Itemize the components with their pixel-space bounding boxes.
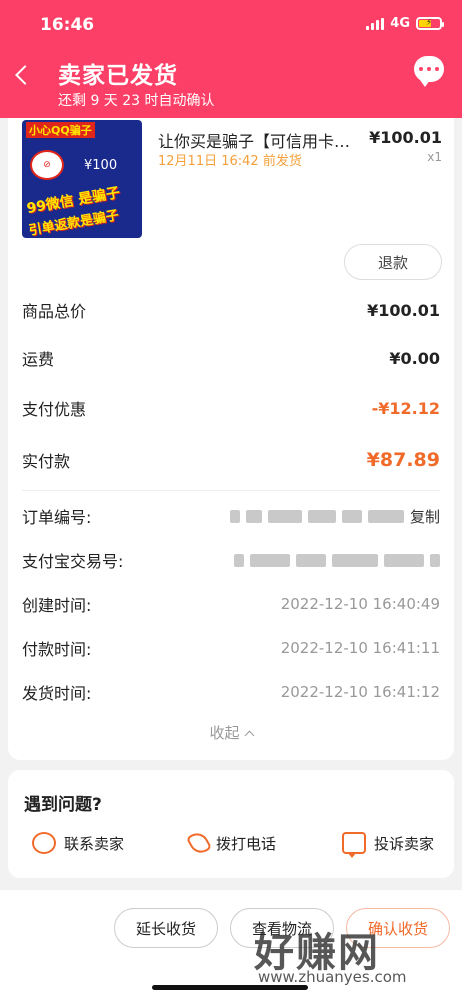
product-quantity: x1: [427, 150, 442, 164]
summary-row-shipping: 运费 ¥0.00: [22, 348, 440, 370]
copy-button[interactable]: 复制: [410, 506, 440, 527]
watermark-url: www.zhuanyes.com: [258, 968, 407, 986]
auto-confirm-countdown: 还剩 9 天 23 时自动确认: [58, 93, 215, 109]
product-title[interactable]: 让你买是骗子【可信用卡…: [158, 128, 373, 152]
contact-seller-button[interactable]: 联系卖家: [32, 832, 124, 854]
signal-icon: [366, 17, 385, 30]
call-phone-button[interactable]: 拨打电话: [185, 828, 276, 858]
back-icon[interactable]: [15, 65, 35, 85]
ship-deadline: 12月11日 16:42 前发货: [158, 154, 302, 169]
status-time: 16:46: [40, 15, 95, 35]
product-thumbnail[interactable]: 小心QQ骗子 ⊘ ¥100 99微信 是骗子 引单返款是骗子: [22, 120, 142, 238]
chevron-up-icon: [244, 730, 254, 741]
summary-row-paid: 实付款 ¥87.89: [22, 449, 440, 471]
summary-row-total: 商品总价 ¥100.01: [22, 300, 440, 322]
shipped-time-row: 发货时间: 2022-12-10 16:41:12: [22, 683, 440, 703]
problem-title: 遇到问题?: [24, 795, 102, 815]
order-number-row: 订单编号: 复制: [22, 506, 440, 528]
paid-time-row: 付款时间: 2022-12-10 16:41:11: [22, 639, 440, 659]
message-icon[interactable]: [414, 56, 444, 87]
created-time-row: 创建时间: 2022-12-10 16:40:49: [22, 595, 440, 615]
extend-receipt-button[interactable]: 延长收货: [114, 908, 218, 948]
refund-button[interactable]: 退款: [344, 244, 442, 280]
network-type: 4G: [390, 16, 410, 31]
status-icons: 4G ⚡: [366, 16, 444, 31]
phone-icon: [185, 828, 213, 858]
collapse-button[interactable]: 收起: [8, 722, 454, 743]
problem-actions: 联系卖家 拨打电话 投诉卖家: [32, 828, 434, 858]
summary-row-discount: 支付优惠 -¥12.12: [22, 398, 440, 420]
complain-seller-button[interactable]: 投诉卖家: [341, 832, 434, 858]
battery-icon: ⚡: [416, 17, 444, 30]
page-title: 卖家已发货: [58, 63, 178, 89]
smile-icon: [32, 832, 56, 854]
alipay-number-row: 支付宝交易号:: [22, 548, 440, 572]
header: 16:46 4G ⚡ 卖家已发货 还剩 9 天 23 时自动确认: [0, 0, 462, 118]
complaint-icon: [341, 832, 366, 858]
alipay-number-masked: [234, 553, 440, 567]
order-number-masked: 复制: [229, 506, 440, 527]
divider: [22, 490, 440, 491]
home-indicator: [152, 985, 308, 990]
order-card: 小心QQ骗子 ⊘ ¥100 99微信 是骗子 引单返款是骗子 让你买是骗子【可信…: [8, 118, 454, 760]
problem-card: 遇到问题? 联系卖家 拨打电话 投诉卖家: [8, 770, 454, 878]
product-price: ¥100.01: [369, 128, 442, 147]
